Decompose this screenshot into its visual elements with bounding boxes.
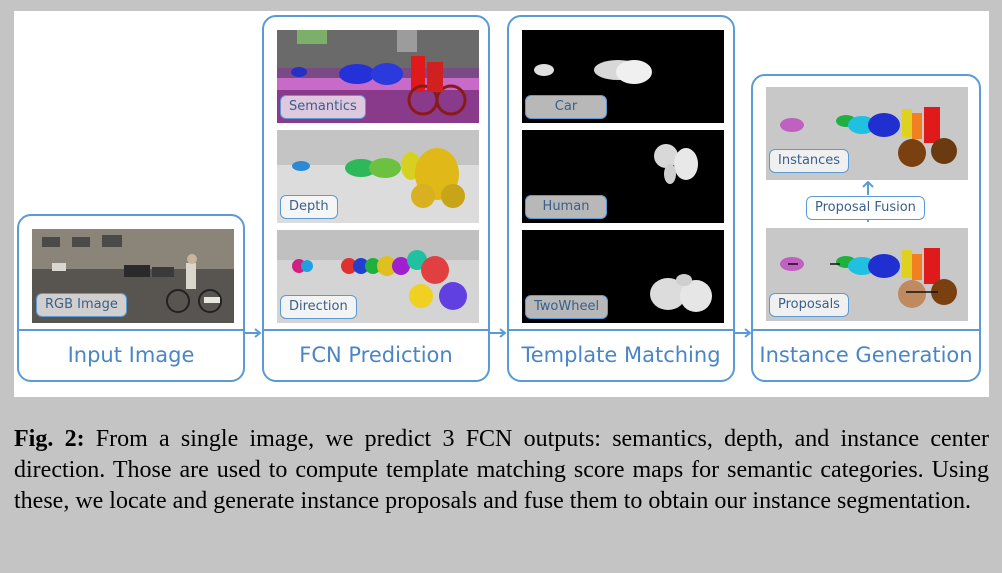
proposals-map: Proposals	[766, 228, 968, 321]
rgb-image: RGB Image	[32, 229, 234, 323]
fcn-prediction-title: FCN Prediction	[264, 329, 488, 380]
input-image-stage: RGB Image Input Image	[17, 214, 245, 382]
car-label: Car	[525, 95, 607, 119]
proposals-label: Proposals	[769, 293, 849, 317]
figure-panel: RGB Image Input Image Semantics Depth Di…	[14, 11, 989, 397]
template-matching-stage: Car Human TwoWheel Template Matching	[507, 15, 735, 382]
arrow-fusion-to-instances	[862, 181, 874, 195]
twowheel-label: TwoWheel	[525, 295, 609, 319]
arrow-fcn-to-template	[490, 328, 507, 338]
input-image-title: Input Image	[19, 329, 243, 380]
figure-number: Fig. 2:	[14, 426, 85, 452]
instance-generation-title: Instance Generation	[753, 329, 979, 380]
semantics-label: Semantics	[280, 95, 366, 119]
human-label: Human	[525, 195, 607, 219]
fcn-prediction-stage: Semantics Depth Direction FCN Prediction	[262, 15, 490, 382]
human-score-map: Human	[522, 130, 724, 223]
instance-generation-stage: Instances Proposal Fusion Proposals Inst…	[751, 74, 981, 382]
caption-text: From a single image, we predict 3 FCN ou…	[14, 426, 989, 514]
car-score-map: Car	[522, 30, 724, 123]
twowheel-score-map: TwoWheel	[522, 230, 724, 323]
semantics-map: Semantics	[277, 30, 479, 123]
depth-map: Depth	[277, 130, 479, 223]
direction-map: Direction	[277, 230, 479, 323]
rgb-image-label: RGB Image	[36, 293, 127, 317]
direction-label: Direction	[280, 295, 357, 319]
arrow-input-to-fcn	[245, 328, 262, 338]
template-matching-title: Template Matching	[509, 329, 733, 380]
instances-label: Instances	[769, 149, 850, 173]
proposal-fusion-box: Proposal Fusion	[806, 196, 925, 220]
instances-map: Instances	[766, 87, 968, 180]
depth-label: Depth	[280, 195, 338, 219]
figure-caption: Fig. 2: From a single image, we predict …	[14, 424, 989, 517]
